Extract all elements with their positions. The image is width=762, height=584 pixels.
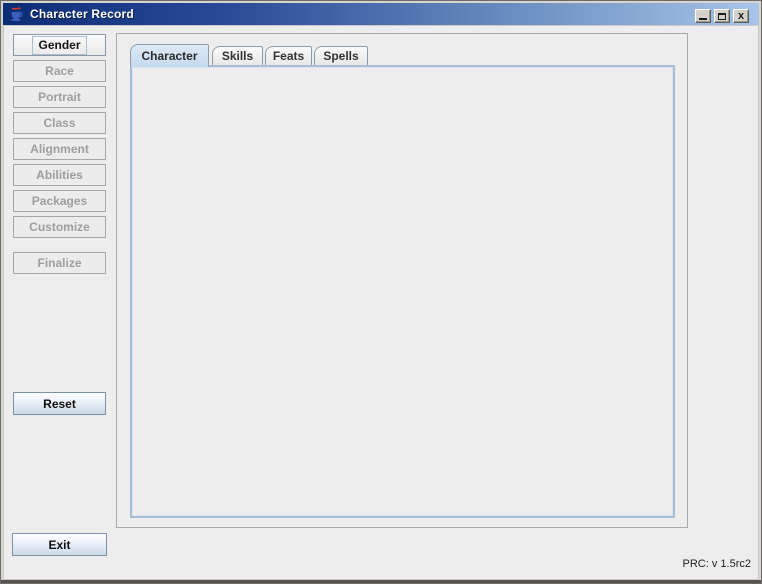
maximize-button[interactable] (714, 9, 730, 23)
sidebar-button-alignment[interactable]: Alignment (13, 138, 106, 160)
tab-spells[interactable]: Spells (314, 46, 368, 65)
version-label: PRC: v 1.5rc2 (683, 558, 751, 570)
tab-skills[interactable]: Skills (212, 46, 263, 65)
titlebar[interactable]: Character Record x (3, 3, 759, 25)
exit-button[interactable]: Exit (12, 533, 107, 556)
sidebar-button-customize[interactable]: Customize (13, 216, 106, 238)
sidebar-button-packages[interactable]: Packages (13, 190, 106, 212)
sidebar-button-abilities[interactable]: Abilities (13, 164, 106, 186)
sidebar-button-finalize[interactable]: Finalize (13, 252, 106, 274)
sidebar-button-gender[interactable]: Gender (13, 34, 106, 56)
sidebar-button-race[interactable]: Race (13, 60, 106, 82)
minimize-button[interactable] (695, 9, 711, 23)
sidebar-button-class[interactable]: Class (13, 112, 106, 134)
character-tab-content (130, 65, 675, 518)
java-coffee-cup-icon (8, 6, 24, 22)
sidebar-button-gender-label: Gender (32, 36, 86, 55)
close-button[interactable]: x (733, 9, 749, 23)
sidebar-button-portrait[interactable]: Portrait (13, 86, 106, 108)
reset-button[interactable]: Reset (13, 392, 106, 415)
tab-character[interactable]: Character (130, 44, 209, 67)
minimize-icon (699, 18, 707, 20)
tab-feats[interactable]: Feats (265, 46, 312, 65)
app-window: Character Record x Gender Race Portrait … (0, 0, 762, 584)
close-icon: x (738, 11, 744, 21)
window-title: Character Record (30, 7, 134, 21)
maximize-icon (718, 13, 726, 20)
